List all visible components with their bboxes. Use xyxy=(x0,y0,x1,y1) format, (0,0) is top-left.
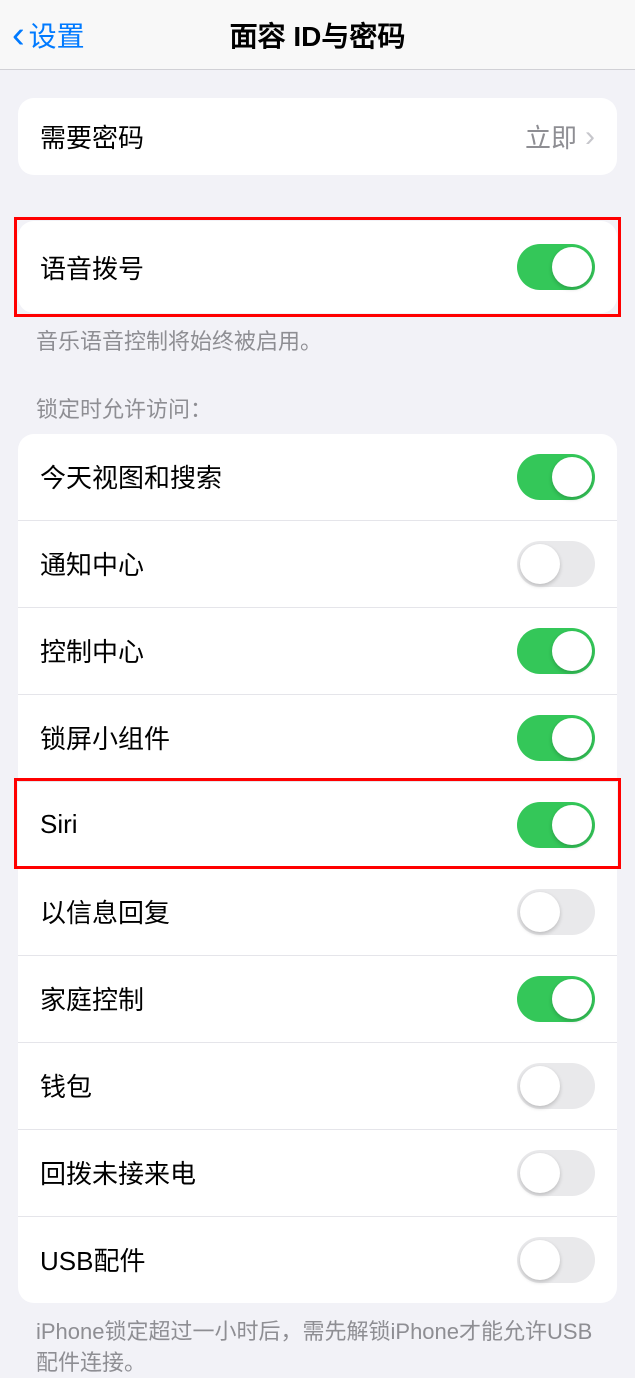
lock-access-row: 以信息回复 xyxy=(18,868,617,955)
lock-access-toggle[interactable] xyxy=(517,628,595,674)
passcode-group: 需要密码 立即 › xyxy=(18,98,617,175)
lock-access-row: Siri xyxy=(18,781,617,868)
lock-access-toggle[interactable] xyxy=(517,889,595,935)
toggle-knob xyxy=(552,457,592,497)
toggle-knob xyxy=(520,892,560,932)
lock-access-group: 今天视图和搜索通知中心控制中心锁屏小组件 Siri 以信息回复家庭控制钱包回拨未接来… xyxy=(18,434,617,1303)
chevron-left-icon: ‹ xyxy=(12,16,25,54)
back-button[interactable]: ‹ 设置 xyxy=(0,15,85,55)
lock-access-row: 通知中心 xyxy=(18,520,617,607)
require-passcode-value: 立即 xyxy=(525,118,577,155)
lock-access-label: 通知中心 xyxy=(40,545,144,582)
lock-access-label: 锁屏小组件 xyxy=(40,719,170,756)
page-title: 面容 ID与密码 xyxy=(230,15,406,55)
lock-access-label: 控制中心 xyxy=(40,632,144,669)
lock-access-header: 锁定时允许访问： xyxy=(0,358,635,434)
voice-dial-label: 语音拨号 xyxy=(40,249,144,286)
toggle-knob xyxy=(520,1153,560,1193)
lock-access-toggle[interactable] xyxy=(517,1150,595,1196)
lock-access-toggle[interactable] xyxy=(517,541,595,587)
content: 需要密码 立即 › 语音拨号 音乐语音控制将始终被启用。 锁定时允许访问： 今天… xyxy=(0,98,635,1378)
lock-access-row: 钱包 xyxy=(18,1042,617,1129)
lock-access-toggle[interactable] xyxy=(517,1237,595,1283)
toggle-knob xyxy=(552,979,592,1019)
lock-access-label: 家庭控制 xyxy=(40,980,144,1017)
lock-access-toggle[interactable] xyxy=(517,976,595,1022)
lock-access-row: 回拨未接来电 xyxy=(18,1129,617,1216)
lock-access-label: USB配件 xyxy=(40,1241,145,1278)
voice-dial-toggle[interactable] xyxy=(517,244,595,290)
lock-access-row: 控制中心 xyxy=(18,607,617,694)
require-passcode-row[interactable]: 需要密码 立即 › xyxy=(18,98,617,175)
toggle-knob xyxy=(520,1066,560,1106)
lock-access-footer: iPhone锁定超过一小时后，需先解锁iPhone才能允许USB 配件连接。 xyxy=(0,1303,635,1378)
lock-access-row: USB配件 xyxy=(18,1216,617,1303)
lock-access-label: 钱包 xyxy=(40,1067,92,1104)
chevron-right-icon: › xyxy=(585,120,595,154)
lock-access-toggle[interactable] xyxy=(517,1063,595,1109)
toggle-knob xyxy=(520,544,560,584)
lock-access-row: 今天视图和搜索 xyxy=(18,434,617,520)
lock-access-label: Siri xyxy=(40,809,78,840)
voice-dial-footer: 音乐语音控制将始终被启用。 xyxy=(0,313,635,358)
lock-access-toggle[interactable] xyxy=(517,715,595,761)
lock-access-toggle[interactable] xyxy=(517,454,595,500)
lock-access-toggle[interactable] xyxy=(517,802,595,848)
lock-access-row: 家庭控制 xyxy=(18,955,617,1042)
back-label: 设置 xyxy=(29,15,85,55)
lock-access-label: 以信息回复 xyxy=(40,893,170,930)
toggle-knob xyxy=(520,1240,560,1280)
toggle-knob xyxy=(552,247,592,287)
voice-dial-group: 语音拨号 xyxy=(18,221,617,313)
toggle-knob xyxy=(552,631,592,671)
require-passcode-label: 需要密码 xyxy=(40,118,144,155)
lock-access-row: 锁屏小组件 xyxy=(18,694,617,781)
toggle-knob xyxy=(552,805,592,845)
toggle-knob xyxy=(552,718,592,758)
voice-dial-row: 语音拨号 xyxy=(18,221,617,313)
lock-access-label: 今天视图和搜索 xyxy=(40,458,222,495)
navigation-header: ‹ 设置 面容 ID与密码 xyxy=(0,0,635,70)
lock-access-label: 回拨未接来电 xyxy=(40,1154,196,1191)
